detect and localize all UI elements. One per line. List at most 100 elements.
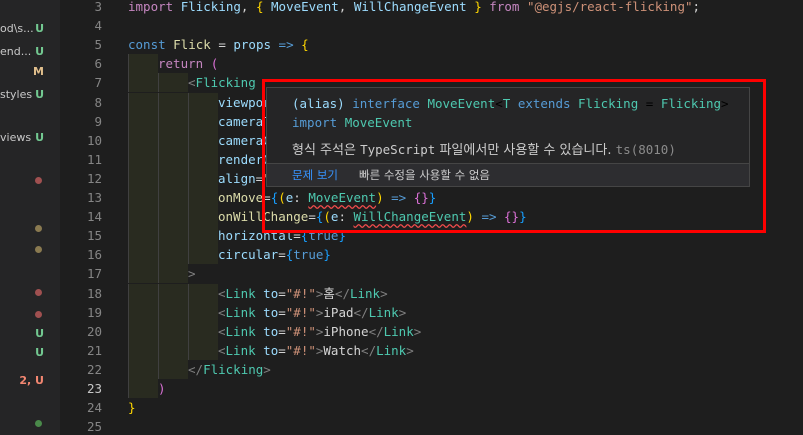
indent-guide — [188, 149, 218, 169]
indent-guide — [158, 264, 188, 284]
line-number: 15 — [86, 228, 102, 244]
git-status-badge: U — [35, 45, 44, 58]
indent-guide — [128, 226, 158, 246]
code-token: > — [398, 304, 407, 320]
indent-guide — [188, 321, 218, 341]
code-line[interactable]: 5 const Flick = props => { — [60, 35, 803, 54]
indent-guide — [158, 245, 188, 265]
problem-dot-icon — [35, 289, 42, 296]
code-line[interactable]: 25 — [60, 417, 803, 435]
indent-guide — [158, 207, 188, 227]
problem-dot-icon — [35, 420, 42, 427]
indent-guide — [188, 283, 218, 303]
code-line[interactable]: 6 return ( — [60, 54, 803, 74]
code-text: } — [128, 398, 136, 417]
code-text: <Link to="#!">홈</Link> — [218, 284, 388, 303]
line-number: 16 — [86, 247, 102, 263]
code-token: Flicking — [195, 75, 256, 91]
code-line[interactable]: 3 import Flicking, { MoveEvent, WillChang… — [60, 0, 803, 16]
code-token: > — [188, 266, 196, 282]
code-line[interactable]: 4 — [60, 16, 803, 35]
code-text: ) — [158, 379, 166, 398]
code-line[interactable]: 20 <Link to="#!">iPhone</Link> — [60, 321, 803, 341]
code-line[interactable]: 18 <Link to="#!">홈</Link> — [60, 283, 803, 303]
code-token: Link — [225, 285, 264, 301]
code-token: </ — [353, 304, 369, 320]
code-token: = — [278, 323, 286, 339]
code-token: , — [338, 0, 354, 14]
code-token: </ — [368, 323, 384, 339]
explorer-file-item[interactable]: 2, U — [0, 371, 60, 390]
explorer-file-item[interactable]: views U — [0, 128, 60, 147]
code-token: < — [218, 304, 226, 320]
code-token: to — [263, 342, 279, 358]
code-token: Link — [368, 304, 399, 320]
code-token: Link — [225, 304, 264, 320]
code-line[interactable]: 19 <Link to="#!">iPad</Link> — [60, 302, 803, 322]
explorer-file-item[interactable]: M — [0, 62, 60, 81]
explorer-file-item[interactable]: U — [0, 324, 60, 343]
code-token: return — [158, 56, 211, 72]
explorer-file-item[interactable]: od\s... U — [0, 19, 60, 38]
indent-guide — [158, 73, 188, 93]
code-token: > — [406, 342, 414, 358]
explorer-file-item[interactable]: styles U — [0, 85, 60, 104]
code-token: WillChangeEvent — [353, 0, 467, 14]
code-token: > — [380, 285, 388, 301]
line-number: 19 — [86, 304, 102, 320]
explorer-file-item[interactable]: U — [0, 343, 60, 362]
code-line[interactable]: 21 <Link to="#!">Watch</Link> — [60, 340, 803, 360]
explorer-file-item[interactable]: end... U — [0, 42, 60, 61]
indent-guide — [188, 245, 218, 265]
code-line[interactable]: 24} — [60, 398, 803, 417]
code-text: > — [188, 264, 196, 283]
code-token: < — [218, 342, 226, 358]
code-token: => — [271, 37, 302, 53]
code-text: <Link to="#!">iPhone</Link> — [218, 322, 421, 341]
code-text: <Link to="#!">Watch</Link> — [218, 341, 414, 360]
line-number: 6 — [94, 56, 102, 72]
indent-guide — [128, 188, 158, 207]
code-token: const — [128, 37, 174, 53]
line-number: 10 — [86, 132, 102, 148]
code-token: "#!" — [285, 304, 316, 320]
indent-guide — [158, 283, 188, 303]
code-line[interactable]: 17 > — [60, 264, 803, 284]
code-text: </Flicking> — [188, 360, 271, 379]
git-status-badge: U — [35, 88, 44, 101]
indent-guide — [128, 130, 158, 150]
line-number: 22 — [86, 361, 102, 377]
code-token: "#!" — [285, 342, 316, 358]
line-number: 24 — [86, 400, 102, 416]
code-line[interactable]: 16 circular={true} — [60, 245, 803, 265]
code-token: } — [323, 247, 331, 263]
indent-guide — [158, 359, 188, 379]
line-number: 11 — [86, 151, 102, 167]
indent-guide — [188, 92, 218, 112]
line-number: 18 — [86, 285, 102, 301]
line-number: 9 — [94, 113, 102, 129]
code-token: Link — [383, 323, 414, 339]
git-status-badge: 2, U — [19, 374, 44, 387]
code-token: < — [188, 75, 196, 91]
code-line[interactable]: 22 </Flicking> — [60, 359, 803, 379]
indent-guide — [188, 340, 218, 360]
code-text: circular={true} — [218, 245, 331, 264]
line-number: 5 — [94, 37, 102, 53]
code-token: Link — [225, 323, 264, 339]
line-number: 4 — [94, 18, 102, 34]
code-token: align — [218, 170, 256, 186]
indent-guide — [188, 130, 218, 150]
code-token: Watch — [323, 342, 362, 358]
code-token: "#!" — [285, 285, 316, 301]
code-token: = — [278, 342, 286, 358]
git-status-badge: M — [33, 65, 44, 78]
code-token: props — [233, 37, 272, 53]
indent-guide — [158, 168, 188, 188]
code-token: = — [278, 285, 286, 301]
code-text: import Flicking, { MoveEvent, WillChange… — [128, 0, 700, 16]
code-line[interactable]: 23) — [60, 379, 803, 398]
line-number: 12 — [86, 170, 102, 186]
indent-guide — [128, 111, 158, 131]
line-number: 21 — [86, 342, 102, 358]
